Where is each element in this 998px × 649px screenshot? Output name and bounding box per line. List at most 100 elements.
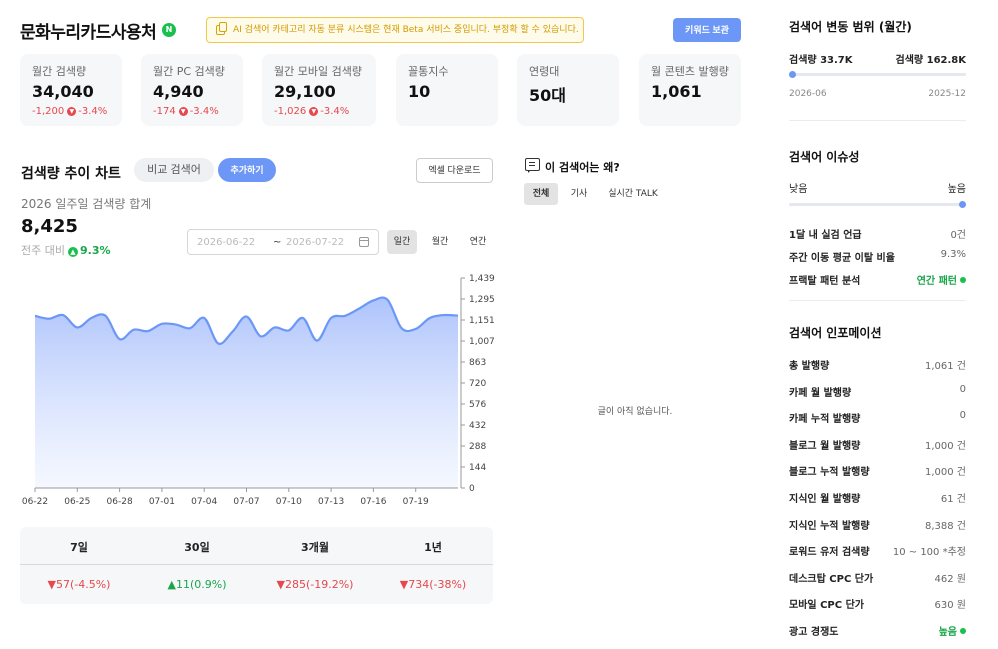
x-tick-label: 06-28 — [107, 497, 133, 507]
period-daily-button[interactable]: 일간 — [387, 230, 417, 254]
info-value-text: 8,388 건 — [924, 520, 966, 532]
add-keyword-button[interactable]: 추가하기 — [218, 158, 276, 182]
info-value-text: 1,000 건 — [924, 440, 966, 452]
info-key: 모바일 CPC 단가 — [789, 600, 864, 612]
issue-marker — [959, 201, 966, 208]
date-range-picker[interactable]: 2026-06-22 ~ 2026-07-22 — [187, 229, 379, 255]
info-value-text: 1,000 건 — [924, 467, 966, 479]
info-row: 지식인 누적 발행량 8,388 건 — [789, 517, 966, 533]
y-tick-label: 1,151 — [469, 316, 495, 326]
range-start: 2026-06 — [789, 89, 827, 99]
info-row: 데스크탑 CPC 단가 462 원 — [789, 570, 966, 586]
stat-change: -174 ▼ -3.4% — [153, 106, 231, 117]
issue-key: 주간 이동 평균 이탈 비율 — [789, 253, 895, 264]
copy-icon — [216, 22, 227, 35]
info-value: 61 건 — [941, 490, 966, 505]
info-key: 로워드 유저 검색량 — [789, 547, 870, 559]
y-tick-label: 720 — [469, 379, 486, 389]
why-tab-news[interactable]: 기사 — [564, 183, 594, 205]
down-icon: ▼ — [309, 107, 319, 116]
info-key: 지식인 누적 발행량 — [789, 520, 870, 532]
keyword-save-button[interactable]: 키워드 보관 — [673, 18, 741, 42]
calendar-icon[interactable] — [359, 237, 369, 247]
naver-icon: N — [162, 23, 176, 37]
week-total-label: 2026 일주일 검색량 합계 — [21, 197, 152, 211]
why-empty-message: 글이 아직 없습니다. — [597, 407, 673, 417]
down-icon: ▼ — [67, 107, 77, 116]
range-dates: 2026-06 2025-12 — [789, 89, 966, 99]
issue-value-text: 9.3% — [940, 249, 966, 260]
period-monthly-button[interactable]: 월간 — [425, 230, 455, 254]
period-30d-label: 30일 — [184, 541, 210, 554]
range-min-label: 검색량 33.7K — [789, 55, 853, 66]
issue-high-label: 높음 — [947, 184, 966, 195]
stat-change-pct: -3.4% — [320, 106, 350, 117]
info-value: 1,061 건 — [925, 357, 966, 372]
period-yearly-button[interactable]: 연간 — [463, 230, 493, 254]
info-value: 높음 — [939, 623, 966, 638]
period-3m-label: 3개월 — [301, 541, 329, 554]
period-change-header: 7일 30일 3개월 1년 — [20, 527, 493, 565]
info-value-text: 1,061 건 — [924, 361, 966, 372]
y-tick-label: 1,295 — [469, 295, 495, 305]
date-from[interactable]: 2026-06-22 — [197, 237, 255, 248]
period-30d-value: ▲11(0.9%) — [167, 578, 227, 591]
x-tick-label: 07-04 — [191, 497, 217, 507]
info-row: 총 발행량 1,061 건 — [789, 357, 966, 373]
info-value: 8,388 건 — [925, 517, 966, 532]
info-row: 카페 월 발행량 0 — [789, 384, 966, 400]
info-row: 모바일 CPC 단가 630 원 — [789, 596, 966, 612]
period-3m-value: ▼285(-19.2%) — [276, 578, 354, 591]
stat-monthly-pc: 월간 PC 검색량 4,940 -174 ▼ -3.4% — [141, 54, 243, 126]
stat-label: 월간 검색량 — [32, 65, 87, 78]
range-max-label: 검색량 162.8K — [895, 55, 966, 66]
stat-change: -1,026 ▼ -3.4% — [274, 106, 364, 117]
issue-title: 검색어 이슈성 — [789, 150, 860, 164]
why-tab-all[interactable]: 전체 — [524, 183, 558, 205]
info-value-text: 0 — [959, 410, 966, 422]
trend-area — [35, 297, 458, 488]
issue-key: 1달 내 실검 언급 — [789, 230, 862, 241]
stat-change-value: -174 — [153, 106, 176, 117]
issue-row: 프랙탈 패턴 분석 연간 패턴 — [789, 272, 966, 288]
beta-notice: AI 검색어 카테고리 자동 분류 시스템은 현재 Beta 서비스 중입니다.… — [206, 17, 584, 43]
info-title: 검색어 인포메이션 — [789, 326, 882, 340]
why-tab-realtime-talk[interactable]: 실시간 TALK — [602, 183, 664, 205]
x-tick-label: 07-01 — [149, 497, 175, 507]
range-track — [789, 71, 966, 78]
info-value: 0 — [960, 384, 966, 395]
beta-notice-text: AI 검색어 카테고리 자동 분류 시스템은 현재 Beta 서비스 중입니다.… — [233, 25, 579, 35]
stat-label: 꼴통지수 — [408, 65, 449, 78]
info-value: 10 ~ 100 *추정 — [893, 543, 966, 558]
stat-monthly-mobile: 월간 모바일 검색량 29,100 -1,026 ▼ -3.4% — [262, 54, 376, 126]
period-change-table: 7일 30일 3개월 1년 ▼57(-4.5%) ▲11(0.9%) ▼285(… — [20, 527, 493, 604]
stat-label: 월간 모바일 검색량 — [274, 65, 362, 78]
y-tick-label: 432 — [469, 421, 486, 431]
x-tick-label: 06-22 — [22, 497, 48, 507]
status-dot-icon — [960, 628, 966, 634]
issue-low-label: 낮음 — [789, 184, 808, 195]
stat-value: 10 — [408, 82, 431, 101]
period-7d-label: 7일 — [70, 541, 88, 554]
range-marker — [789, 71, 796, 78]
compare-keyword-button[interactable]: 비교 검색어 — [134, 158, 214, 182]
range-title: 검색어 변동 범위 (월간) — [789, 20, 912, 34]
info-key: 카페 누적 발행량 — [789, 414, 861, 426]
info-key: 지식인 월 발행량 — [789, 494, 861, 505]
y-tick-label: 144 — [469, 463, 486, 473]
stat-change-pct: -3.4% — [189, 106, 219, 117]
up-icon: ▲ — [67, 247, 78, 257]
info-row: 지식인 월 발행량 61 건 — [789, 490, 966, 506]
info-value: 462 원 — [935, 570, 966, 585]
section-divider — [789, 120, 966, 121]
date-separator: ~ — [273, 237, 282, 248]
issue-row: 주간 이동 평균 이탈 비율 9.3% — [789, 249, 966, 265]
date-to[interactable]: 2026-07-22 — [286, 237, 344, 248]
period-1y-label: 1년 — [424, 541, 442, 554]
info-value-text: 61 건 — [940, 494, 966, 505]
trend-title: 검색량 추이 차트 — [21, 166, 121, 182]
stat-value: 34,040 — [32, 82, 94, 101]
x-tick-label: 07-19 — [403, 497, 429, 507]
week-total-value: 8,425 — [21, 216, 78, 237]
excel-download-button[interactable]: 엑셀 다운로드 — [416, 158, 493, 183]
